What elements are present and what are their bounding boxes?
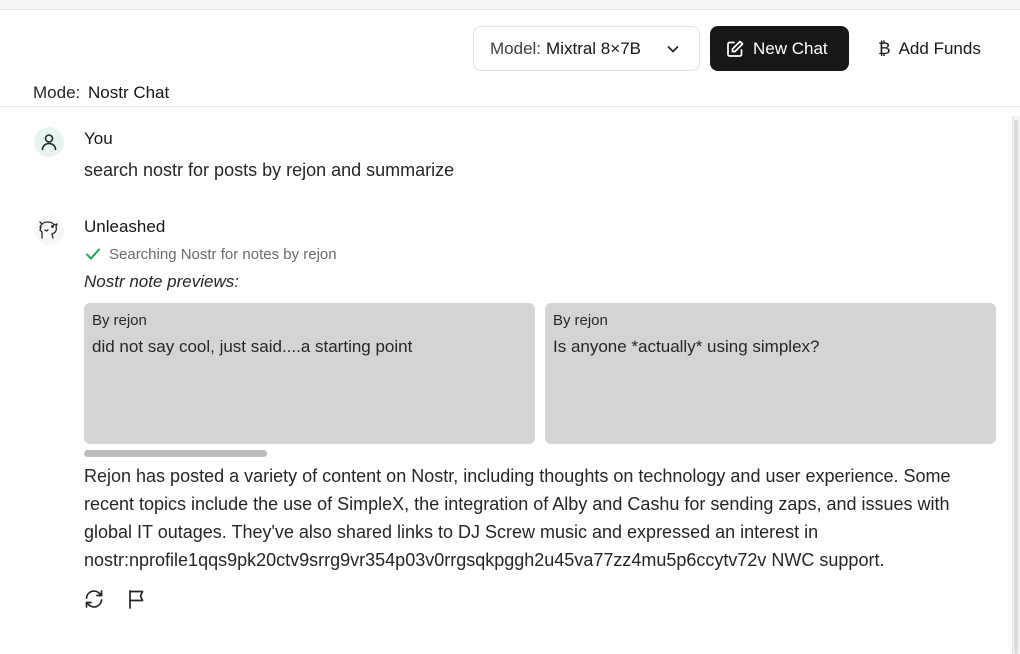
chevron-down-icon [667,46,679,53]
assistant-name: Unleashed [84,217,166,236]
note-author: rejon [113,312,147,329]
search-status-text: Searching Nostr for notes by rejon [109,245,337,263]
bear-logo-icon [39,221,58,239]
search-status: Searching Nostr for notes by rejon [84,245,337,263]
note-text: Is anyone *actually* using simplex? [553,337,820,356]
chat-scrollbar-thumb[interactable] [1014,120,1018,654]
mode-indicator: Mode: Nostr Chat [33,83,169,103]
note-byline: By rejon [92,312,527,329]
model-select[interactable]: Model: Mixtral 8×7B [473,26,700,71]
model-select-value: Mixtral 8×7B [546,38,641,58]
flag-icon[interactable] [126,588,148,610]
edit-square-icon [727,40,744,57]
note-byline: By rejon [553,312,988,329]
top-strip [0,0,1020,10]
refresh-icon[interactable] [83,588,105,610]
note-by-label: By [553,312,571,329]
user-avatar [34,127,64,157]
add-funds-label: Add Funds [898,38,981,58]
note-author: rejon [574,312,608,329]
previews-title: Nostr note previews: [84,272,239,291]
new-chat-button[interactable]: New Chat [710,26,849,71]
note-preview-card[interactable]: By rejon Is anyone *actually* using simpl… [545,303,996,444]
user-message: search nostr for posts by rejon and summ… [84,160,455,180]
model-select-label: Model: [490,38,542,58]
check-icon [86,248,100,260]
assistant-summary: Rejon has posted a variety of content on… [84,466,951,570]
previews-horizontal-scrollbar[interactable] [84,450,267,457]
mode-label: Mode: [33,83,81,102]
user-icon [41,134,57,151]
mode-value: Nostr Chat [87,83,170,102]
assistant-avatar [34,215,64,245]
note-by-label: By [92,312,110,329]
add-funds-button[interactable]: ₿ Add Funds [866,26,1006,71]
chat-scrollbar[interactable] [1012,116,1020,654]
user-name: You [84,129,113,148]
bitcoin-icon: ₿ [878,38,891,58]
note-text: did not say cool, just said....a startin… [92,337,413,356]
header-divider [0,106,1020,107]
new-chat-label: New Chat [753,38,828,58]
note-preview-card[interactable]: By rejon did not say cool, just said....a… [84,303,535,444]
